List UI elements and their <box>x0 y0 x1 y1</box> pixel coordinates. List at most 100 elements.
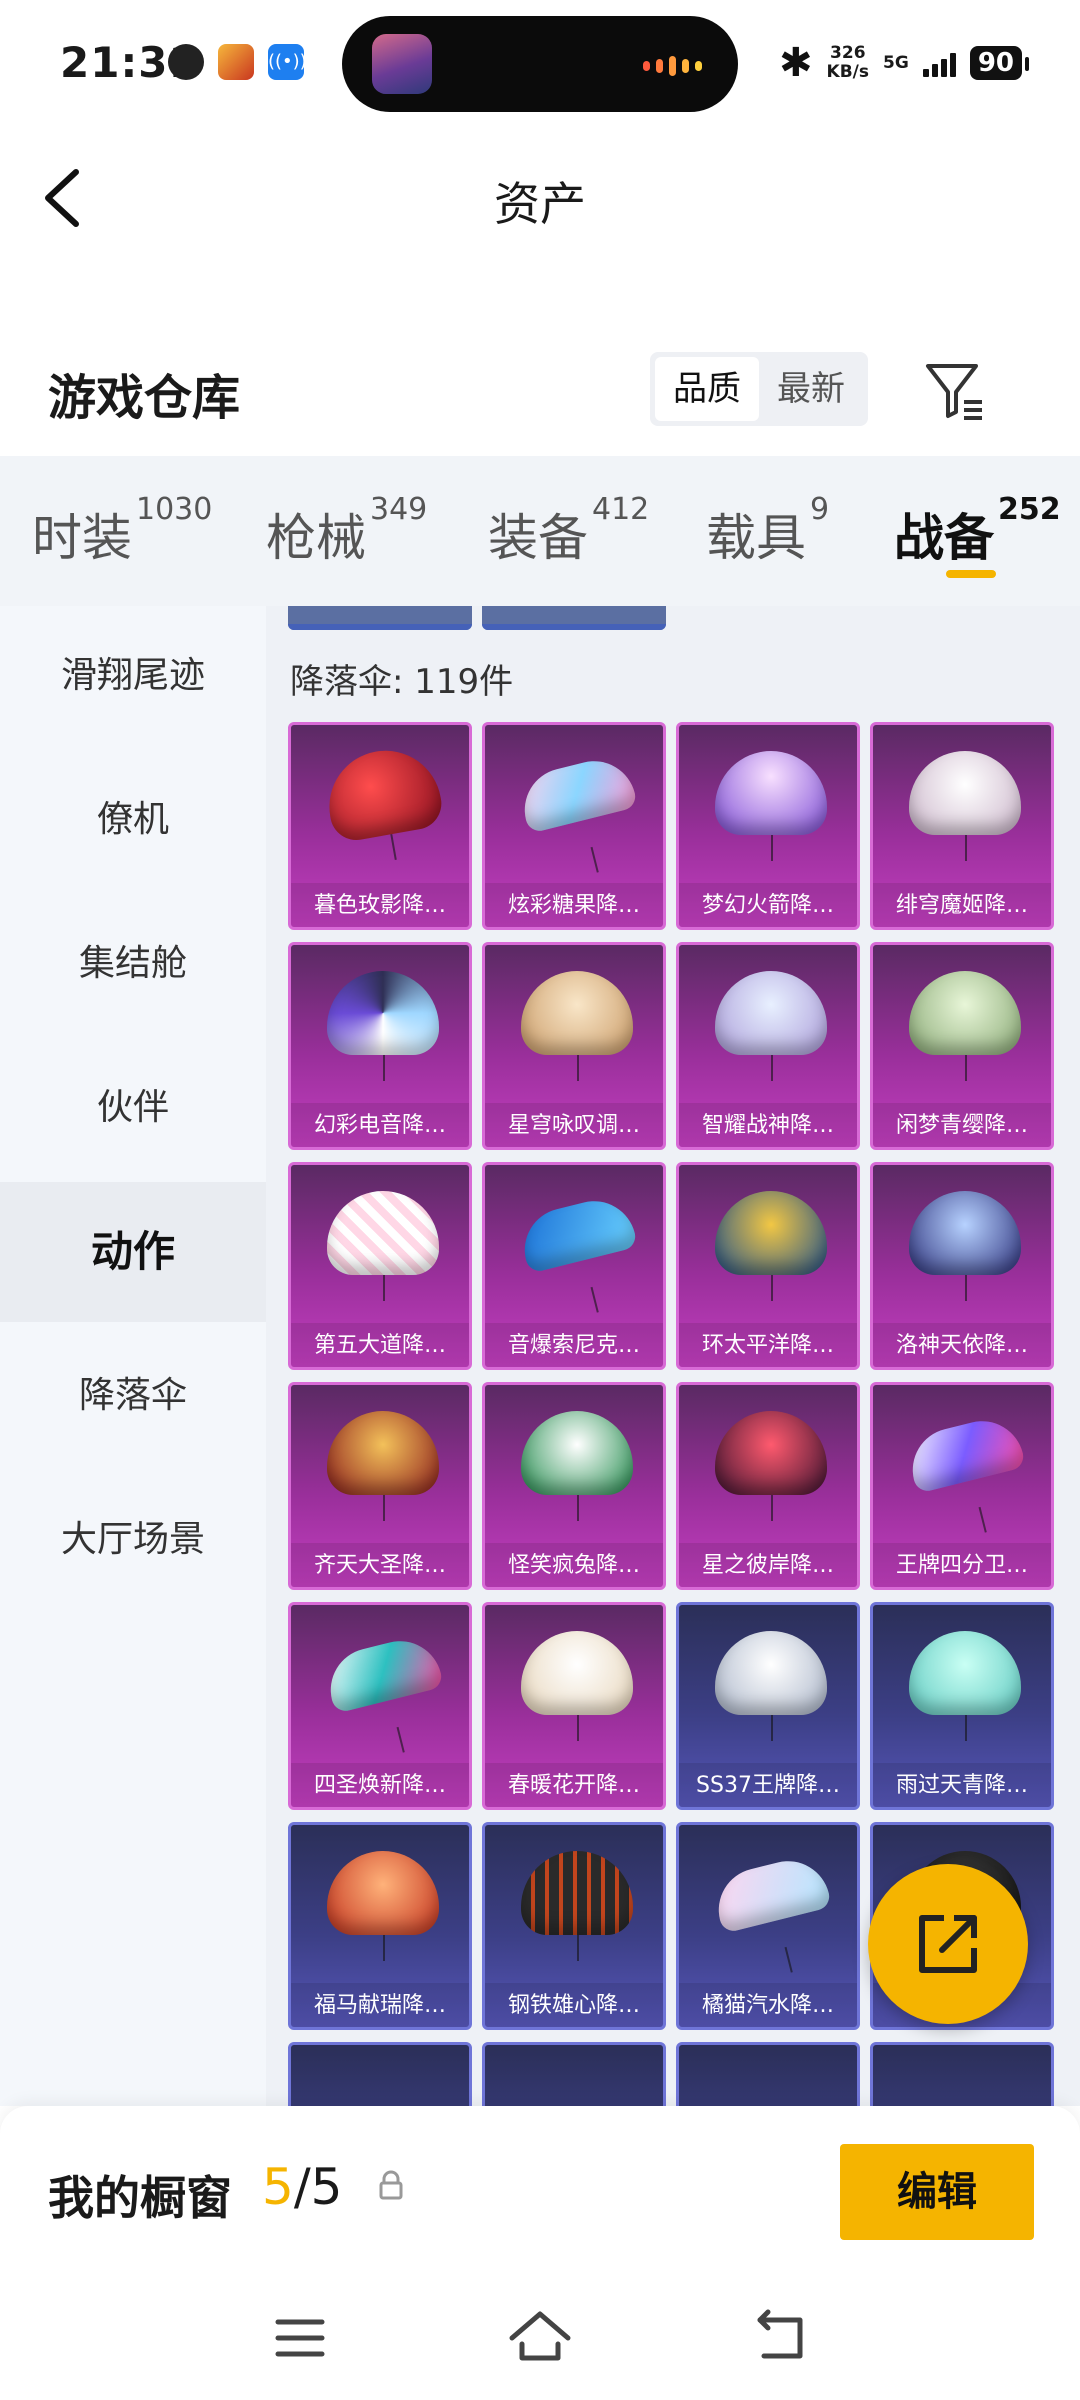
item-name: 梦幻火箭降… <box>701 893 834 918</box>
parachute-thumbnail <box>715 1631 827 1741</box>
item-tile[interactable] <box>676 2042 860 2106</box>
tab-combat-gear[interactable]: 战备 252 <box>894 492 1061 570</box>
network-type: 5G <box>883 53 909 73</box>
filter-icon[interactable] <box>920 356 990 426</box>
item-name: 王牌四分卫… <box>895 1553 1028 1578</box>
home-icon[interactable] <box>500 2298 580 2378</box>
active-tab-indicator <box>946 570 996 578</box>
showcase-total: /5 <box>293 2158 343 2216</box>
tab-count: 349 <box>370 492 428 527</box>
parachute-thumbnail <box>327 971 439 1081</box>
item-tile[interactable]: 怪笑疯兔降… <box>482 1382 666 1590</box>
signal-icon <box>922 49 956 77</box>
item-tile[interactable]: 梦幻火箭降… <box>676 722 860 930</box>
item-name: 钢铁雄心降… <box>507 1993 640 2018</box>
sort-newest-button[interactable]: 最新 <box>759 357 863 421</box>
item-tile[interactable]: 炫彩糖果降… <box>482 722 666 930</box>
item-tile[interactable]: 星穹咏叹调… <box>482 942 666 1150</box>
item-tile[interactable]: 春暖花开降… <box>482 1602 666 1810</box>
item-tile[interactable]: 雨过天青降… <box>870 1602 1054 1810</box>
app-notification-icon <box>168 44 204 80</box>
item-name: 幻彩电音降… <box>313 1113 446 1138</box>
item-tile[interactable]: 钢铁雄心降… <box>482 1822 666 2030</box>
tab-label: 载具 <box>706 509 806 567</box>
parachute-thumbnail <box>715 1411 827 1521</box>
dynamic-island[interactable] <box>342 16 738 112</box>
item-name: 炫彩糖果降… <box>507 893 640 918</box>
item-name: 暮色玫影降… <box>313 893 446 918</box>
subfilter-button[interactable] <box>482 606 666 630</box>
section-bar: 游戏仓库 品质 最新 <box>0 330 1080 450</box>
tab-label: 时装 <box>32 509 132 567</box>
app-header: 资产 <box>0 128 1080 268</box>
item-tile[interactable]: 四圣焕新降… <box>288 1602 472 1810</box>
parachute-thumbnail <box>521 971 633 1081</box>
share-external-icon <box>919 1915 977 1973</box>
sidebar-item-parachute[interactable]: 降落伞 <box>0 1326 266 1466</box>
item-tile[interactable]: 齐天大圣降… <box>288 1382 472 1590</box>
status-app-icons: ((•)) <box>168 44 307 80</box>
status-bar: 21:31 ((•)) ✱ 326 KB/s 5G 90 <box>0 0 1080 128</box>
item-name: 福马献瑞降… <box>313 1993 446 2018</box>
item-tile[interactable] <box>482 2042 666 2106</box>
sidebar-item-lobby-scene[interactable]: 大厅场景 <box>0 1470 266 1610</box>
item-tile[interactable]: 绯穹魔姬降… <box>870 722 1054 930</box>
item-name: 智耀战神降… <box>701 1113 834 1138</box>
tab-equipment[interactable]: 装备 412 <box>488 492 649 570</box>
media-artwork-icon <box>372 34 432 94</box>
audio-wave-icon <box>643 56 702 76</box>
item-tile[interactable]: 智耀战神降… <box>676 942 860 1150</box>
tab-vehicles[interactable]: 载具 9 <box>706 492 829 570</box>
parachute-thumbnail <box>909 1191 1021 1301</box>
speed-value: 326 <box>830 43 866 63</box>
item-name: 橘猫汽水降… <box>701 1993 834 2018</box>
item-name: 星穹咏叹调… <box>507 1113 640 1138</box>
item-tile[interactable]: 环太平洋降… <box>676 1162 860 1370</box>
network-speed: 326 KB/s <box>827 44 869 82</box>
bluetooth-icon: ✱ <box>779 40 813 86</box>
item-name: 四圣焕新降… <box>313 1773 446 1798</box>
subfilter-button[interactable] <box>288 606 472 630</box>
item-name: SS37王牌降… <box>696 1773 840 1798</box>
sidebar-item-glide-trail[interactable]: 滑翔尾迹 <box>0 606 266 746</box>
parachute-thumbnail <box>909 751 1021 861</box>
parachute-thumbnail <box>521 1631 633 1741</box>
item-tile[interactable]: 第五大道降… <box>288 1162 472 1370</box>
menu-icon[interactable] <box>260 2298 340 2378</box>
item-tile[interactable]: 洛神天依降… <box>870 1162 1054 1370</box>
share-button[interactable] <box>868 1864 1028 2024</box>
tab-count: 9 <box>810 492 830 527</box>
back-icon[interactable] <box>740 2298 820 2378</box>
tab-weapons[interactable]: 枪械 349 <box>266 492 427 570</box>
item-tile[interactable]: 橘猫汽水降… <box>676 1822 860 2030</box>
sidebar-item-rally-pod[interactable]: 集结舱 <box>0 894 266 1034</box>
parachute-thumbnail <box>521 1411 633 1521</box>
item-tile[interactable] <box>870 2042 1054 2106</box>
status-indicators: ✱ 326 KB/s 5G 90 <box>779 40 1030 86</box>
system-nav-bar <box>0 2276 1080 2400</box>
sidebar-item-emote[interactable]: 动作 <box>0 1182 266 1322</box>
parachute-thumbnail <box>515 1192 639 1274</box>
game-app-icon <box>218 44 254 80</box>
item-tile[interactable]: 王牌四分卫… <box>870 1382 1054 1590</box>
showcase-bar: 我的橱窗 5/5 编辑 <box>0 2106 1080 2276</box>
item-tile[interactable]: 幻彩电音降… <box>288 942 472 1150</box>
sidebar-item-partner[interactable]: 伙伴 <box>0 1038 266 1178</box>
item-tile[interactable]: 暮色玫影降… <box>288 722 472 930</box>
item-tile[interactable]: 闲梦青缨降… <box>870 942 1054 1150</box>
item-tile[interactable]: 福马献瑞降… <box>288 1822 472 2030</box>
parachute-thumbnail <box>715 1191 827 1301</box>
item-tile[interactable]: 星之彼岸降… <box>676 1382 860 1590</box>
section-title: 游戏仓库 <box>48 370 241 426</box>
tab-count: 1030 <box>136 492 213 527</box>
item-tile[interactable]: 音爆索尼克… <box>482 1162 666 1370</box>
edit-showcase-button[interactable]: 编辑 <box>840 2144 1034 2240</box>
item-name: 环太平洋降… <box>701 1333 834 1358</box>
item-tile[interactable] <box>288 2042 472 2106</box>
parachute-thumbnail <box>327 1411 439 1521</box>
sidebar-item-wingman[interactable]: 僚机 <box>0 750 266 890</box>
tab-fashion[interactable]: 时装 1030 <box>32 492 212 570</box>
sort-quality-button[interactable]: 品质 <box>655 357 759 421</box>
item-name: 星之彼岸降… <box>701 1553 834 1578</box>
item-tile[interactable]: SS37王牌降… <box>676 1602 860 1810</box>
